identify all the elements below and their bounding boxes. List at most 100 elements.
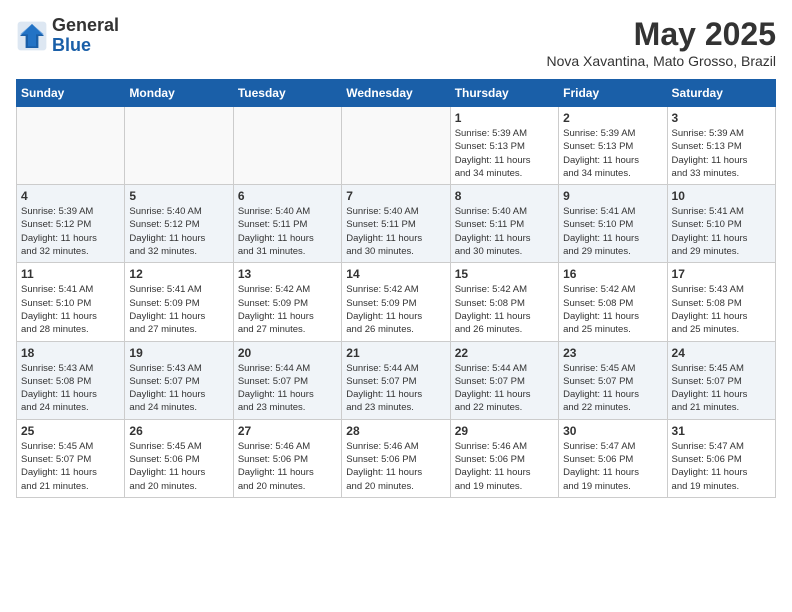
calendar-cell: 13Sunrise: 5:42 AM Sunset: 5:09 PM Dayli… (233, 263, 341, 341)
page-header: General Blue May 2025 Nova Xavantina, Ma… (16, 16, 776, 69)
calendar-cell: 2Sunrise: 5:39 AM Sunset: 5:13 PM Daylig… (559, 107, 667, 185)
day-number: 21 (346, 346, 445, 360)
calendar-cell: 3 Sunrise: 5:39 AM Sunset: 5:13 PM Daylig… (667, 107, 775, 185)
day-info: Sunrise: 5:44 AM Sunset: 5:07 PM Dayligh… (455, 362, 554, 415)
day-number: 30 (563, 424, 662, 438)
calendar-cell: 27Sunrise: 5:46 AM Sunset: 5:06 PM Dayli… (233, 419, 341, 497)
day-info: Sunrise: 5:44 AM Sunset: 5:07 PM Dayligh… (238, 362, 337, 415)
calendar-cell: 29 Sunrise: 5:46 AM Sunset: 5:06 PM Dayli… (450, 419, 558, 497)
day-number: 18 (21, 346, 120, 360)
day-info: Sunrise: 5:42 AM Sunset: 5:08 PM Dayligh… (563, 283, 662, 336)
calendar-cell: 18Sunrise: 5:43 AM Sunset: 5:08 PM Dayli… (17, 341, 125, 419)
day-info: Sunrise: 5:45 AM Sunset: 5:07 PM Dayligh… (21, 440, 120, 493)
day-number: 8 (455, 189, 554, 203)
day-info: Sunrise: 5:44 AM Sunset: 5:07 PM Dayligh… (346, 362, 445, 415)
day-info: Sunrise: 5:41 AM Sunset: 5:10 PM Dayligh… (21, 283, 120, 336)
calendar-cell: 25 Sunrise: 5:45 AM Sunset: 5:07 PM Dayli… (17, 419, 125, 497)
day-info: Sunrise: 5:39 AM Sunset: 5:13 PM Dayligh… (455, 127, 554, 180)
day-number: 31 (672, 424, 771, 438)
day-number: 19 (129, 346, 228, 360)
day-number: 14 (346, 267, 445, 281)
day-number: 22 (455, 346, 554, 360)
calendar-cell (17, 107, 125, 185)
day-number: 20 (238, 346, 337, 360)
weekday-header: Thursday (450, 80, 558, 107)
day-info: Sunrise: 5:40 AM Sunset: 5:11 PM Dayligh… (346, 205, 445, 258)
calendar-cell: 12 Sunrise: 5:41 AM Sunset: 5:09 PM Dayli… (125, 263, 233, 341)
title-area: May 2025 Nova Xavantina, Mato Grosso, Br… (546, 16, 776, 69)
day-info: Sunrise: 5:47 AM Sunset: 5:06 PM Dayligh… (563, 440, 662, 493)
day-number: 5 (129, 189, 228, 203)
logo-general-text: General (52, 16, 119, 36)
day-number: 29 (455, 424, 554, 438)
day-info: Sunrise: 5:41 AM Sunset: 5:09 PM Dayligh… (129, 283, 228, 336)
calendar-week-row: 25 Sunrise: 5:45 AM Sunset: 5:07 PM Dayli… (17, 419, 776, 497)
calendar-cell: 19 Sunrise: 5:43 AM Sunset: 5:07 PM Dayli… (125, 341, 233, 419)
calendar-week-row: 11 Sunrise: 5:41 AM Sunset: 5:10 PM Dayli… (17, 263, 776, 341)
day-number: 12 (129, 267, 228, 281)
calendar-cell: 22 Sunrise: 5:44 AM Sunset: 5:07 PM Dayli… (450, 341, 558, 419)
day-number: 26 (129, 424, 228, 438)
day-info: Sunrise: 5:42 AM Sunset: 5:08 PM Dayligh… (455, 283, 554, 336)
day-info: Sunrise: 5:41 AM Sunset: 5:10 PM Dayligh… (563, 205, 662, 258)
month-title: May 2025 (546, 16, 776, 53)
calendar-cell: 28 Sunrise: 5:46 AM Sunset: 5:06 PM Dayli… (342, 419, 450, 497)
day-info: Sunrise: 5:47 AM Sunset: 5:06 PM Dayligh… (672, 440, 771, 493)
calendar-cell: 6Sunrise: 5:40 AM Sunset: 5:11 PM Daylig… (233, 185, 341, 263)
calendar-cell: 24 Sunrise: 5:45 AM Sunset: 5:07 PM Dayli… (667, 341, 775, 419)
logo: General Blue (16, 16, 119, 56)
calendar-cell (233, 107, 341, 185)
weekday-header: Tuesday (233, 80, 341, 107)
day-number: 6 (238, 189, 337, 203)
calendar-cell: 17Sunrise: 5:43 AM Sunset: 5:08 PM Dayli… (667, 263, 775, 341)
day-info: Sunrise: 5:46 AM Sunset: 5:06 PM Dayligh… (238, 440, 337, 493)
calendar-cell (125, 107, 233, 185)
calendar-cell: 14 Sunrise: 5:42 AM Sunset: 5:09 PM Dayli… (342, 263, 450, 341)
day-info: Sunrise: 5:46 AM Sunset: 5:06 PM Dayligh… (346, 440, 445, 493)
day-info: Sunrise: 5:39 AM Sunset: 5:12 PM Dayligh… (21, 205, 120, 258)
day-number: 28 (346, 424, 445, 438)
day-number: 4 (21, 189, 120, 203)
day-number: 9 (563, 189, 662, 203)
weekday-header: Monday (125, 80, 233, 107)
calendar: SundayMondayTuesdayWednesdayThursdayFrid… (16, 79, 776, 498)
calendar-cell: 21 Sunrise: 5:44 AM Sunset: 5:07 PM Dayli… (342, 341, 450, 419)
day-info: Sunrise: 5:45 AM Sunset: 5:07 PM Dayligh… (563, 362, 662, 415)
day-number: 10 (672, 189, 771, 203)
day-number: 15 (455, 267, 554, 281)
day-info: Sunrise: 5:46 AM Sunset: 5:06 PM Dayligh… (455, 440, 554, 493)
day-info: Sunrise: 5:39 AM Sunset: 5:13 PM Dayligh… (672, 127, 771, 180)
day-info: Sunrise: 5:43 AM Sunset: 5:08 PM Dayligh… (672, 283, 771, 336)
day-number: 3 (672, 111, 771, 125)
weekday-header: Saturday (667, 80, 775, 107)
day-number: 24 (672, 346, 771, 360)
calendar-cell: 1 Sunrise: 5:39 AM Sunset: 5:13 PM Daylig… (450, 107, 558, 185)
day-number: 7 (346, 189, 445, 203)
location-title: Nova Xavantina, Mato Grosso, Brazil (546, 53, 776, 69)
day-number: 1 (455, 111, 554, 125)
calendar-cell: 7 Sunrise: 5:40 AM Sunset: 5:11 PM Daylig… (342, 185, 450, 263)
day-info: Sunrise: 5:45 AM Sunset: 5:07 PM Dayligh… (672, 362, 771, 415)
day-info: Sunrise: 5:45 AM Sunset: 5:06 PM Dayligh… (129, 440, 228, 493)
day-info: Sunrise: 5:39 AM Sunset: 5:13 PM Dayligh… (563, 127, 662, 180)
day-info: Sunrise: 5:40 AM Sunset: 5:12 PM Dayligh… (129, 205, 228, 258)
calendar-cell: 20 Sunrise: 5:44 AM Sunset: 5:07 PM Dayli… (233, 341, 341, 419)
weekday-header: Friday (559, 80, 667, 107)
calendar-cell (342, 107, 450, 185)
day-number: 25 (21, 424, 120, 438)
day-number: 11 (21, 267, 120, 281)
logo-blue-text: Blue (52, 36, 119, 56)
day-info: Sunrise: 5:41 AM Sunset: 5:10 PM Dayligh… (672, 205, 771, 258)
calendar-cell: 16 Sunrise: 5:42 AM Sunset: 5:08 PM Dayli… (559, 263, 667, 341)
calendar-cell: 10 Sunrise: 5:41 AM Sunset: 5:10 PM Dayli… (667, 185, 775, 263)
calendar-cell: 26 Sunrise: 5:45 AM Sunset: 5:06 PM Dayli… (125, 419, 233, 497)
calendar-week-row: 18Sunrise: 5:43 AM Sunset: 5:08 PM Dayli… (17, 341, 776, 419)
calendar-cell: 5 Sunrise: 5:40 AM Sunset: 5:12 PM Daylig… (125, 185, 233, 263)
weekday-header-row: SundayMondayTuesdayWednesdayThursdayFrid… (17, 80, 776, 107)
day-info: Sunrise: 5:42 AM Sunset: 5:09 PM Dayligh… (346, 283, 445, 336)
day-info: Sunrise: 5:43 AM Sunset: 5:07 PM Dayligh… (129, 362, 228, 415)
calendar-cell: 30 Sunrise: 5:47 AM Sunset: 5:06 PM Dayli… (559, 419, 667, 497)
weekday-header: Sunday (17, 80, 125, 107)
calendar-cell: 9 Sunrise: 5:41 AM Sunset: 5:10 PM Daylig… (559, 185, 667, 263)
day-number: 16 (563, 267, 662, 281)
